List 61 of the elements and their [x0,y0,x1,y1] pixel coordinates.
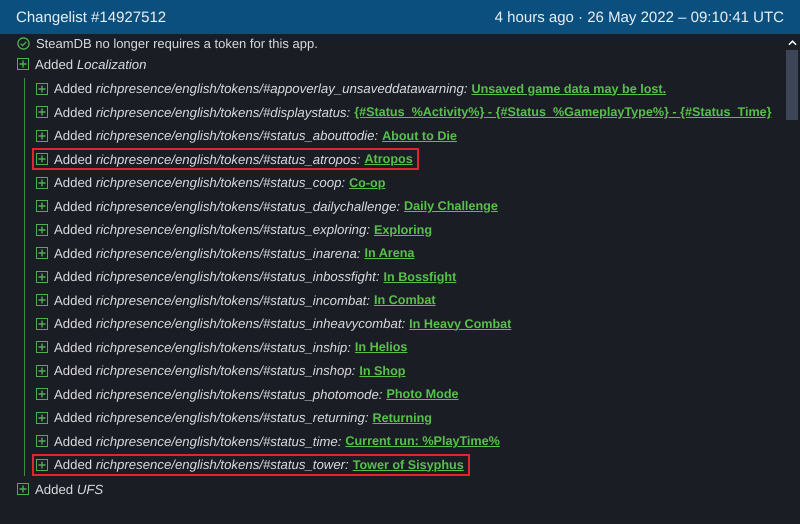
plus-square-icon [36,82,48,94]
value-link[interactable]: Photo Mode [386,387,459,401]
value-link[interactable]: In Helios [354,340,408,354]
value-link[interactable]: Tower of Sisyphus [352,458,464,472]
change-text: Added richpresence/english/tokens/#status_inarena: [54,246,360,260]
section-label: Added Localization [35,56,146,72]
change-text: Added richpresence/english/tokens/#status_coop: [54,175,346,190]
value-link[interactable]: Atropos [364,152,413,166]
value-link[interactable]: In Heavy Combat [409,316,512,330]
value-link[interactable]: Co-op [349,176,386,190]
change-text: Added richpresence/english/tokens/#status_inbossfight: [54,269,380,284]
plus-square-icon [36,412,48,424]
change-text: Added richpresence/english/tokens/#appoverlay_unsaveddatawarning: [54,81,468,96]
plus-square-icon [36,106,48,118]
caret-up-icon[interactable] [788,40,796,46]
change-text: Added richpresence/english/tokens/#status_inheavycombat: [54,316,406,331]
plus-square-icon [36,388,48,400]
value-link[interactable]: In Bossfight [384,270,456,284]
value-link[interactable]: Daily Challenge [404,199,498,213]
value-link[interactable]: Unsaved game data may be lost. [472,82,666,96]
plus-square-icon [36,130,48,142]
plus-square-icon [36,153,48,165]
plus-square-icon [36,294,48,306]
plus-square-icon [17,58,29,70]
note-text: SteamDB no longer requires a token for this app. [36,36,318,50]
value-link[interactable]: In Combat [374,293,436,307]
change-text: Added richpresence/english/tokens/#status_abouttodie: [54,128,378,143]
value-link[interactable]: Exploring [374,222,432,236]
check-circle-icon [17,36,30,50]
change-text: Added richpresence/english/tokens/#status_incombat: [54,292,370,308]
value-link[interactable]: {#Status_%Activity%} - {#Status_%GameplayType%} - {#Status_Time} [354,105,772,119]
plus-square-icon [36,435,48,447]
plus-square-icon [36,224,48,236]
plus-square-icon [36,364,48,376]
value-link[interactable]: Current run: %PlayTime% [345,434,500,448]
change-text: Added richpresence/english/tokens/#status_inship: [54,340,351,354]
change-text: Added richpresence/english/tokens/#status_atropos: [54,152,360,166]
plus-square-icon [36,458,48,470]
plus-square-icon [17,483,29,495]
plus-square-icon [36,200,48,212]
plus-square-icon [36,318,48,330]
change-text: Added richpresence/english/tokens/#status_tower: [54,457,349,472]
value-link[interactable]: In Shop [359,364,406,378]
value-link[interactable]: Returning [372,410,432,424]
change-text: Added richpresence/english/tokens/#status_inshop: [54,363,356,378]
timestamp: 4 hours ago · 26 May 2022 – 09:10:41 UTC [494,8,784,26]
change-text: Added richpresence/english/tokens/#displaystatus: [54,104,350,120]
change-text: Added richpresence/english/tokens/#status_dailychallenge: [54,198,400,214]
value-link[interactable]: About to Die [382,128,457,142]
value-link[interactable]: In Arena [364,246,414,260]
changelist-title: Changelist #14927512 [16,8,166,26]
change-text: Added richpresence/english/tokens/#status_returning: [54,410,369,425]
plus-square-icon [36,341,48,353]
scrollbar-thumb[interactable] [786,50,798,120]
plus-square-icon [36,247,48,259]
change-text: Added richpresence/english/tokens/#status_photomode: [54,386,382,402]
section-label: Added UFS [35,482,104,496]
change-text: Added richpresence/english/tokens/#status_exploring: [54,222,370,237]
change-text: Added richpresence/english/tokens/#status_time: [54,434,342,448]
plus-square-icon [36,270,48,282]
plus-square-icon [36,176,48,188]
